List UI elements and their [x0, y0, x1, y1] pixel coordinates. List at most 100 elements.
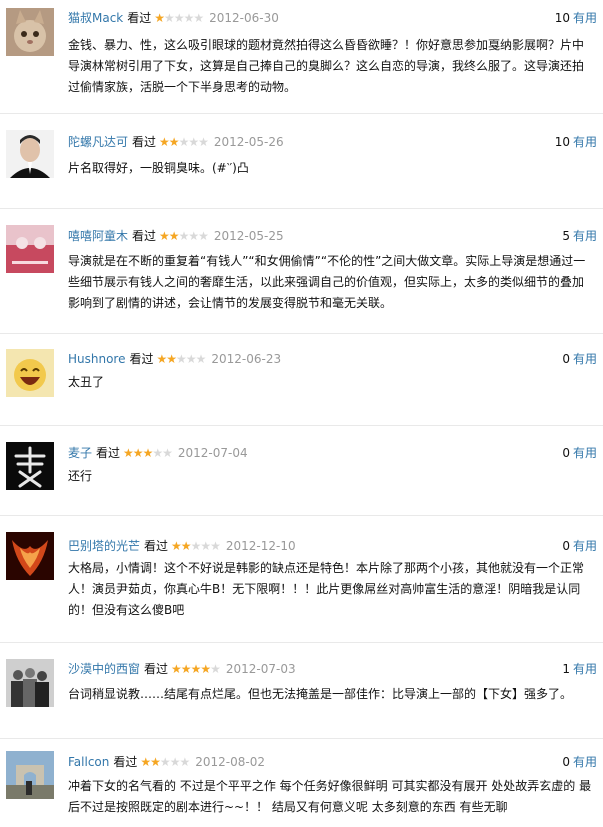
group-photo-avatar-icon: [6, 659, 54, 707]
useful-vote[interactable]: 0 有用: [562, 443, 597, 463]
avatar[interactable]: [6, 225, 54, 273]
star-empty-icon: ★: [193, 11, 204, 25]
useful-label[interactable]: 有用: [573, 539, 597, 553]
review-header: 巴别塔的光芒 看过 ★★★★★ 2012-12-10 0 有用: [68, 536, 597, 556]
review-header: 麦子 看过 ★★★★★ 2012-07-04 0 有用: [68, 443, 597, 463]
star-empty-icon: ★: [188, 135, 199, 149]
star-filled-icon: ★: [168, 135, 180, 149]
watched-label: 看过: [113, 755, 138, 769]
star-empty-icon: ★: [198, 135, 209, 149]
star-filled-icon: ★: [180, 662, 192, 676]
review-header: 沙漠中的西窗 看过 ★★★★★ 2012-07-03 1 有用: [68, 659, 597, 679]
username-link[interactable]: 麦子: [68, 446, 92, 460]
useful-vote[interactable]: 10 有用: [555, 8, 597, 28]
useful-vote[interactable]: 0 有用: [562, 349, 597, 369]
useful-count: 0: [562, 539, 570, 553]
avatar[interactable]: [6, 8, 54, 56]
username-link[interactable]: 嘻嘻阿童木: [68, 229, 128, 243]
avatar[interactable]: [6, 442, 54, 490]
useful-vote[interactable]: 5 有用: [562, 226, 597, 246]
useful-label[interactable]: 有用: [573, 135, 597, 149]
list-item: 嘻嘻阿童木 看过 ★★★★★ 2012-05-25 5 有用 导演就是在不断的重复着“有…: [0, 209, 603, 334]
list-item: 巴别塔的光芒 看过 ★★★★★ 2012-12-10 0 有用 大格局，小情调！这个不好…: [0, 516, 603, 643]
useful-count: 1: [562, 662, 570, 676]
review-date: 2012-05-26: [213, 135, 284, 149]
star-filled-icon: ★: [150, 755, 161, 769]
star-filled-icon: ★: [132, 446, 144, 460]
username-link[interactable]: Fallcon: [68, 755, 109, 769]
review-text: 冲着下女的名气看的 不过是个平平之作 每个任务好像很鲜明 可其实都没有展开 处处…: [68, 779, 592, 814]
avatar[interactable]: [6, 349, 54, 397]
watched-label: 看过: [129, 352, 154, 366]
star-empty-icon: ★: [198, 229, 209, 243]
star-empty-icon: ★: [173, 11, 185, 25]
avatar[interactable]: [6, 751, 54, 799]
star-empty-icon: ★: [183, 11, 195, 25]
star-filled-icon: ★: [159, 229, 170, 243]
avatar[interactable]: [6, 130, 54, 178]
star-empty-icon: ★: [159, 755, 171, 769]
useful-label[interactable]: 有用: [573, 11, 597, 25]
list-item: 猫叔Mack 看过 ★★★★★ 2012-06-30 10 有用 金钱、暴力、性，这么吸…: [0, 0, 603, 114]
star-filled-icon: ★: [168, 229, 180, 243]
username-link[interactable]: 巴别塔的光芒: [68, 539, 140, 553]
star-empty-icon: ★: [188, 229, 199, 243]
star-filled-icon: ★: [140, 755, 151, 769]
rating-stars: ★★★★★: [171, 659, 221, 679]
list-item: 沙漠中的西窗 看过 ★★★★★ 2012-07-03 1 有用 台词稍显说教……结尾有点…: [0, 643, 603, 739]
star-empty-icon: ★: [195, 352, 207, 366]
star-empty-icon: ★: [179, 755, 190, 769]
useful-count: 10: [554, 11, 570, 25]
review-text: 太丑了: [68, 375, 105, 389]
phoenix-avatar-icon: [6, 532, 54, 580]
star-filled-icon: ★: [166, 352, 177, 366]
useful-vote[interactable]: 0 有用: [562, 536, 597, 556]
star-empty-icon: ★: [178, 229, 190, 243]
star-empty-icon: ★: [152, 446, 163, 460]
watched-label: 看过: [96, 446, 121, 460]
useful-label[interactable]: 有用: [573, 352, 597, 366]
useful-count: 0: [562, 446, 570, 460]
rating-stars: ★★★★★: [157, 349, 207, 369]
star-filled-icon: ★: [200, 662, 211, 676]
review-text: 大格局，小情调！这个不好说是韩影的缺点还是特色！本片除了那两个小孩，其他就没有一…: [68, 561, 585, 617]
avatar[interactable]: [6, 659, 54, 707]
avatar[interactable]: [6, 532, 54, 580]
useful-label[interactable]: 有用: [573, 662, 597, 676]
star-filled-icon: ★: [180, 539, 192, 553]
star-filled-icon: ★: [154, 11, 165, 25]
useful-label[interactable]: 有用: [573, 755, 597, 769]
arch-photo-avatar-icon: [6, 751, 54, 799]
useful-label[interactable]: 有用: [573, 229, 597, 243]
watched-label: 看过: [132, 229, 157, 243]
review-date: 2012-12-10: [225, 539, 296, 553]
useful-count: 0: [562, 352, 570, 366]
review-header: 猫叔Mack 看过 ★★★★★ 2012-06-30 10 有用: [68, 8, 597, 28]
rating-stars: ★★★★★: [159, 132, 209, 152]
username-link[interactable]: 猫叔Mack: [68, 11, 123, 25]
person-avatar-icon: [6, 130, 54, 178]
review-date: 2012-07-04: [177, 446, 248, 460]
review-text: 还行: [68, 469, 93, 483]
useful-vote[interactable]: 1 有用: [562, 659, 597, 679]
useful-vote[interactable]: 0 有用: [562, 752, 597, 772]
star-filled-icon: ★: [171, 662, 182, 676]
list-item: 陀螺凡达可 看过 ★★★★★ 2012-05-26 10 有用 片名取得好，一股铜臭味。…: [0, 114, 603, 209]
star-empty-icon: ★: [164, 11, 175, 25]
star-empty-icon: ★: [176, 352, 187, 366]
review-text: 台词稍显说教……结尾有点烂尾。但也无法掩盖是一部佳作：比导演上一部的【下女】强多…: [68, 687, 573, 701]
watched-label: 看过: [144, 539, 169, 553]
star-empty-icon: ★: [169, 755, 181, 769]
useful-label[interactable]: 有用: [573, 446, 597, 460]
review-list: 猫叔Mack 看过 ★★★★★ 2012-06-30 10 有用 金钱、暴力、性，这么吸…: [0, 0, 603, 827]
list-item: Fallcon 看过 ★★★★★ 2012-08-02 0 有用 冲着下女的名气看的 不…: [0, 739, 603, 827]
star-filled-icon: ★: [190, 662, 202, 676]
star-empty-icon: ★: [190, 539, 202, 553]
list-item: 麦子 看过 ★★★★★ 2012-07-04 0 有用 还行: [0, 426, 603, 516]
username-link[interactable]: 陀螺凡达可: [68, 135, 128, 149]
username-link[interactable]: 沙漠中的西窗: [68, 662, 140, 676]
username-link[interactable]: Hushnore: [68, 352, 126, 366]
pink-avatar-icon: [6, 225, 54, 273]
useful-vote[interactable]: 10 有用: [555, 132, 597, 152]
rating-stars: ★★★★★: [140, 752, 190, 772]
